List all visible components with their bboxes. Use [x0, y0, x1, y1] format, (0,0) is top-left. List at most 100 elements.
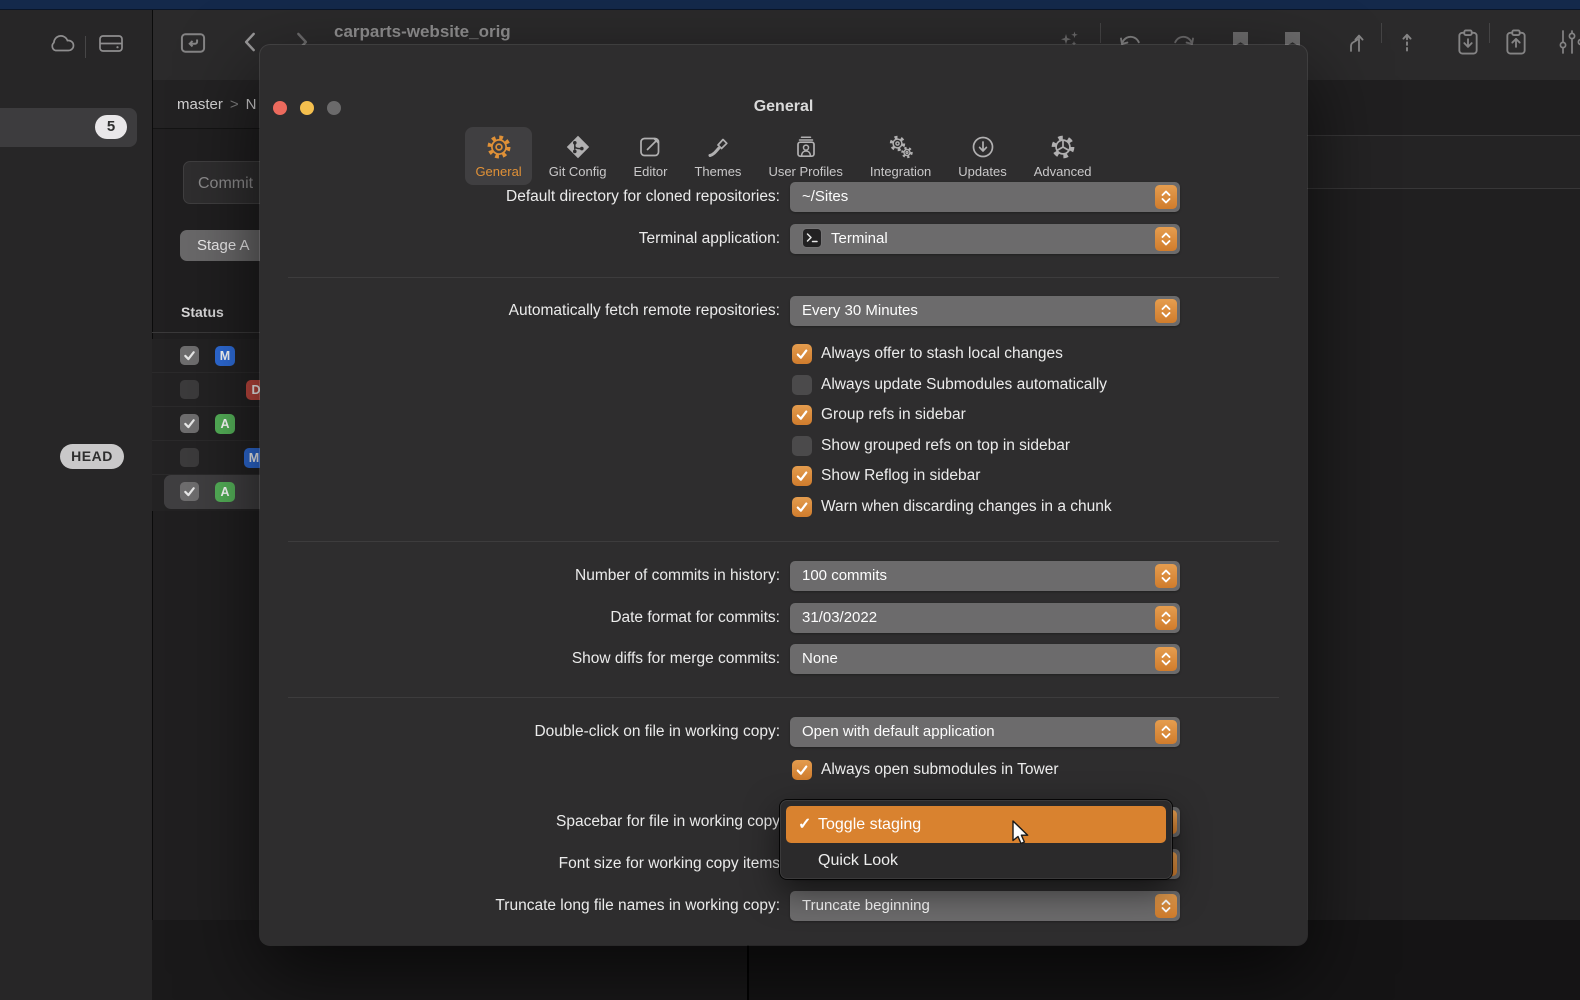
pencil-square-icon — [637, 134, 663, 160]
divider — [288, 697, 1279, 698]
checkbox-label: Group refs in sidebar — [821, 406, 966, 424]
submodules-auto-checkbox[interactable] — [792, 375, 812, 395]
toolbar-divider — [1100, 23, 1101, 43]
double-click-select[interactable]: Open with default application — [790, 717, 1180, 747]
toolbar-divider — [1489, 23, 1490, 43]
form-row: Date format for commits: 31/03/2022 — [260, 603, 1307, 633]
repo-title: carparts-website_orig — [334, 22, 511, 42]
merge-diffs-select[interactable]: None — [790, 644, 1180, 674]
popup-stepper-icon — [1155, 185, 1177, 209]
stash-apply-icon[interactable] — [1502, 27, 1530, 55]
field-label: Terminal application: — [260, 224, 780, 254]
cloned-directory-select[interactable]: ~/Sites — [790, 182, 1180, 212]
tab-git-config[interactable]: Git Config — [539, 127, 617, 185]
tab-label: Themes — [694, 164, 741, 179]
checkbox-row: Show grouped refs on top in sidebar — [792, 435, 1070, 457]
selected-value: Every 30 Minutes — [802, 302, 918, 319]
menu-item-label: Toggle staging — [818, 816, 921, 833]
reflog-checkbox[interactable] — [792, 466, 812, 486]
checkbox-label: Warn when discarding changes in a chunk — [821, 498, 1112, 516]
merge-icon[interactable] — [1342, 28, 1370, 56]
checkbox-row: Always update Submodules automatically — [792, 374, 1107, 396]
selected-value: ~/Sites — [802, 188, 848, 205]
tab-label: Git Config — [549, 164, 607, 179]
group-refs-checkbox[interactable] — [792, 405, 812, 425]
file-checkbox-unchecked[interactable] — [180, 380, 199, 399]
file-checkbox-unchecked[interactable] — [180, 448, 199, 467]
grouped-refs-top-checkbox[interactable] — [792, 436, 812, 456]
status-badge: A — [215, 414, 235, 434]
checkbox-label: Always open submodules in Tower — [821, 761, 1059, 779]
popup-stepper-icon — [1155, 720, 1177, 744]
terminal-app-select[interactable]: Terminal — [790, 224, 1180, 254]
date-format-select[interactable]: 31/03/2022 — [790, 603, 1180, 633]
screen: 5 HEAD carparts-website_orig — [0, 0, 1580, 1000]
toolbar-divider — [1381, 23, 1382, 43]
checkbox-label: Show grouped refs on top in sidebar — [821, 437, 1070, 455]
cloud-icon[interactable] — [46, 30, 78, 56]
open-submodules-checkbox[interactable] — [792, 760, 812, 780]
tab-label: General — [475, 164, 521, 179]
breadcrumb-separator: > — [230, 96, 239, 113]
checkbox-row: Group refs in sidebar — [792, 404, 966, 426]
stash-checkbox[interactable] — [792, 344, 812, 364]
tab-user-profiles[interactable]: User Profiles — [758, 127, 852, 185]
id-card-icon — [793, 134, 819, 160]
sidebar-icon-divider — [85, 36, 86, 58]
tab-themes[interactable]: Themes — [684, 127, 751, 185]
menu-item-toggle-staging[interactable]: ✓ Toggle staging — [786, 806, 1166, 843]
mouse-cursor — [1008, 818, 1032, 848]
drive-icon[interactable] — [96, 30, 126, 56]
field-label: Truncate long file names in working copy… — [260, 891, 780, 921]
sidebar: 5 HEAD — [0, 10, 153, 1000]
selected-value: None — [802, 650, 838, 667]
warn-discard-checkbox[interactable] — [792, 497, 812, 517]
divider — [288, 277, 1279, 278]
status-column-header[interactable]: Status — [181, 304, 224, 320]
selected-value: Truncate beginning — [802, 897, 930, 914]
tab-label: Integration — [870, 164, 931, 179]
truncate-names-select[interactable]: Truncate beginning — [790, 891, 1180, 921]
breadcrumb-next[interactable]: N — [246, 96, 257, 113]
checkmark-icon: ✓ — [798, 806, 811, 843]
paintbrush-icon — [705, 134, 731, 160]
tab-updates[interactable]: Updates — [948, 127, 1016, 185]
field-label: Double-click on file in working copy: — [260, 717, 780, 747]
tab-general[interactable]: General — [465, 127, 531, 185]
field-label: Default directory for cloned repositorie… — [260, 182, 780, 212]
commits-history-select[interactable]: 100 commits — [790, 561, 1180, 591]
gear-icon — [486, 134, 512, 160]
file-checkbox-checked[interactable] — [180, 346, 199, 365]
selected-value: Terminal — [831, 230, 888, 247]
head-badge: HEAD — [60, 444, 124, 469]
sidebar-item-selected[interactable]: 5 — [0, 108, 137, 147]
field-label: Automatically fetch remote repositories: — [260, 296, 780, 326]
fetch-interval-select[interactable]: Every 30 Minutes — [790, 296, 1180, 326]
status-badge: M — [215, 346, 235, 366]
tab-editor[interactable]: Editor — [624, 127, 678, 185]
file-checkbox-checked[interactable] — [180, 482, 199, 501]
form-row: Automatically fetch remote repositories:… — [260, 296, 1307, 326]
terminal-app-icon — [802, 228, 822, 248]
stash-save-icon[interactable] — [1454, 27, 1482, 55]
popup-stepper-icon — [1155, 647, 1177, 671]
tab-integration[interactable]: Integration — [860, 127, 941, 185]
breadcrumb-branch[interactable]: master — [177, 96, 223, 113]
count-badge: 5 — [95, 115, 127, 139]
tab-advanced[interactable]: Advanced — [1024, 127, 1102, 185]
popup-stepper-icon — [1155, 299, 1177, 323]
repo-icon[interactable] — [179, 29, 207, 57]
form-row: Truncate long file names in working copy… — [260, 891, 1307, 921]
form-row: Show diffs for merge commits: None — [260, 644, 1307, 674]
popup-stepper-icon — [1155, 227, 1177, 251]
form-row: Number of commits in history: 100 commit… — [260, 561, 1307, 591]
sliders-icon[interactable] — [1556, 27, 1580, 55]
checkbox-label: Always offer to stash local changes — [821, 345, 1063, 363]
preferences-dialog: General General — [260, 45, 1307, 945]
checkbox-label: Always update Submodules automatically — [821, 376, 1107, 394]
tab-label: Updates — [958, 164, 1006, 179]
menu-item-quick-look[interactable]: Quick Look — [786, 847, 1166, 875]
file-checkbox-checked[interactable] — [180, 414, 199, 433]
push-dashed-icon[interactable] — [1393, 28, 1421, 56]
selected-value: 100 commits — [802, 567, 887, 584]
